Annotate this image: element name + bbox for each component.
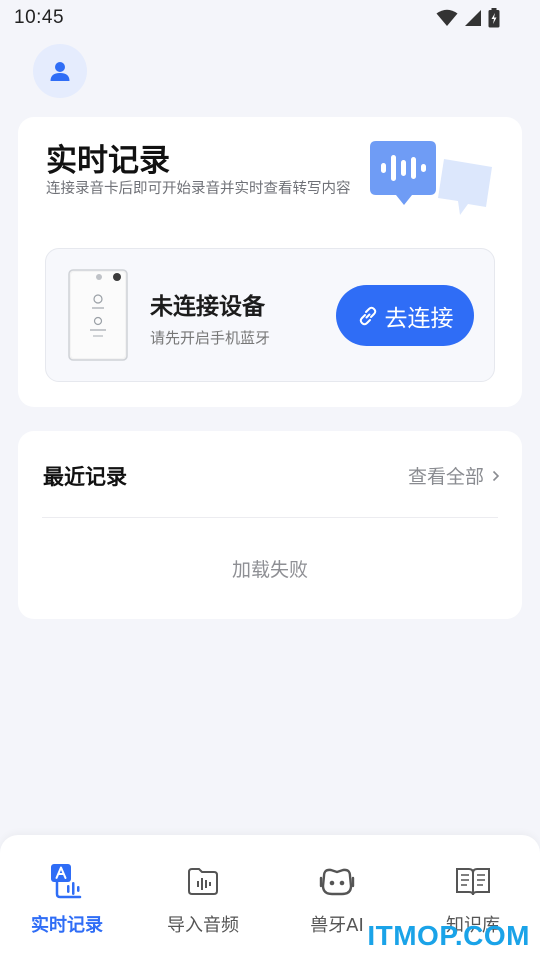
chat-bubble-illustration-icon <box>370 141 492 215</box>
ai-bot-icon <box>319 868 355 896</box>
link-icon <box>359 306 376 325</box>
wifi-icon <box>436 9 458 26</box>
status-icons <box>436 8 500 28</box>
recorder-device-image <box>68 269 128 361</box>
connect-button-label: 去连接 <box>384 305 454 332</box>
watermark-text: ITMOP.COM <box>367 920 530 951</box>
divider <box>42 517 498 518</box>
chevron-right-icon <box>492 470 500 481</box>
status-bar: 10:45 <box>0 0 540 36</box>
tab-import-audio[interactable]: 导入音频 <box>148 861 258 941</box>
live-record-subtitle: 连接录音卡后即可开始录音并实时查看转写内容 <box>46 181 351 197</box>
connect-button[interactable]: 去连接 <box>336 285 474 346</box>
user-icon <box>50 62 70 81</box>
view-all-label: 查看全部 <box>407 466 484 488</box>
live-record-icon <box>51 864 82 899</box>
device-hint: 请先开启手机蓝牙 <box>150 329 271 347</box>
tab-ai-label: 兽牙AI <box>310 915 364 936</box>
battery-charging-icon <box>488 8 500 28</box>
live-record-title: 实时记录 <box>46 143 170 179</box>
recent-records-card: 最近记录 查看全部 加载失败 <box>18 431 522 619</box>
knowledge-book-icon <box>456 868 490 896</box>
device-status: 未连接设备 <box>150 294 265 320</box>
device-panel: 未连接设备 请先开启手机蓝牙 去连接 <box>45 248 495 382</box>
tab-import-audio-label: 导入音频 <box>167 915 239 936</box>
status-time: 10:45 <box>14 7 65 28</box>
view-all-link[interactable]: 查看全部 <box>408 462 500 489</box>
avatar[interactable] <box>33 44 87 98</box>
tab-live-record-label: 实时记录 <box>31 915 103 936</box>
load-failed-message: 加载失败 <box>231 559 308 581</box>
import-audio-icon <box>188 868 218 895</box>
recent-records-title: 最近记录 <box>43 465 127 489</box>
cellular-signal-icon <box>465 10 481 26</box>
tab-live-record[interactable]: 实时记录 <box>12 861 122 941</box>
live-record-card: 实时记录 连接录音卡后即可开始录音并实时查看转写内容 未连接设备 请先开启手机蓝… <box>18 117 522 407</box>
